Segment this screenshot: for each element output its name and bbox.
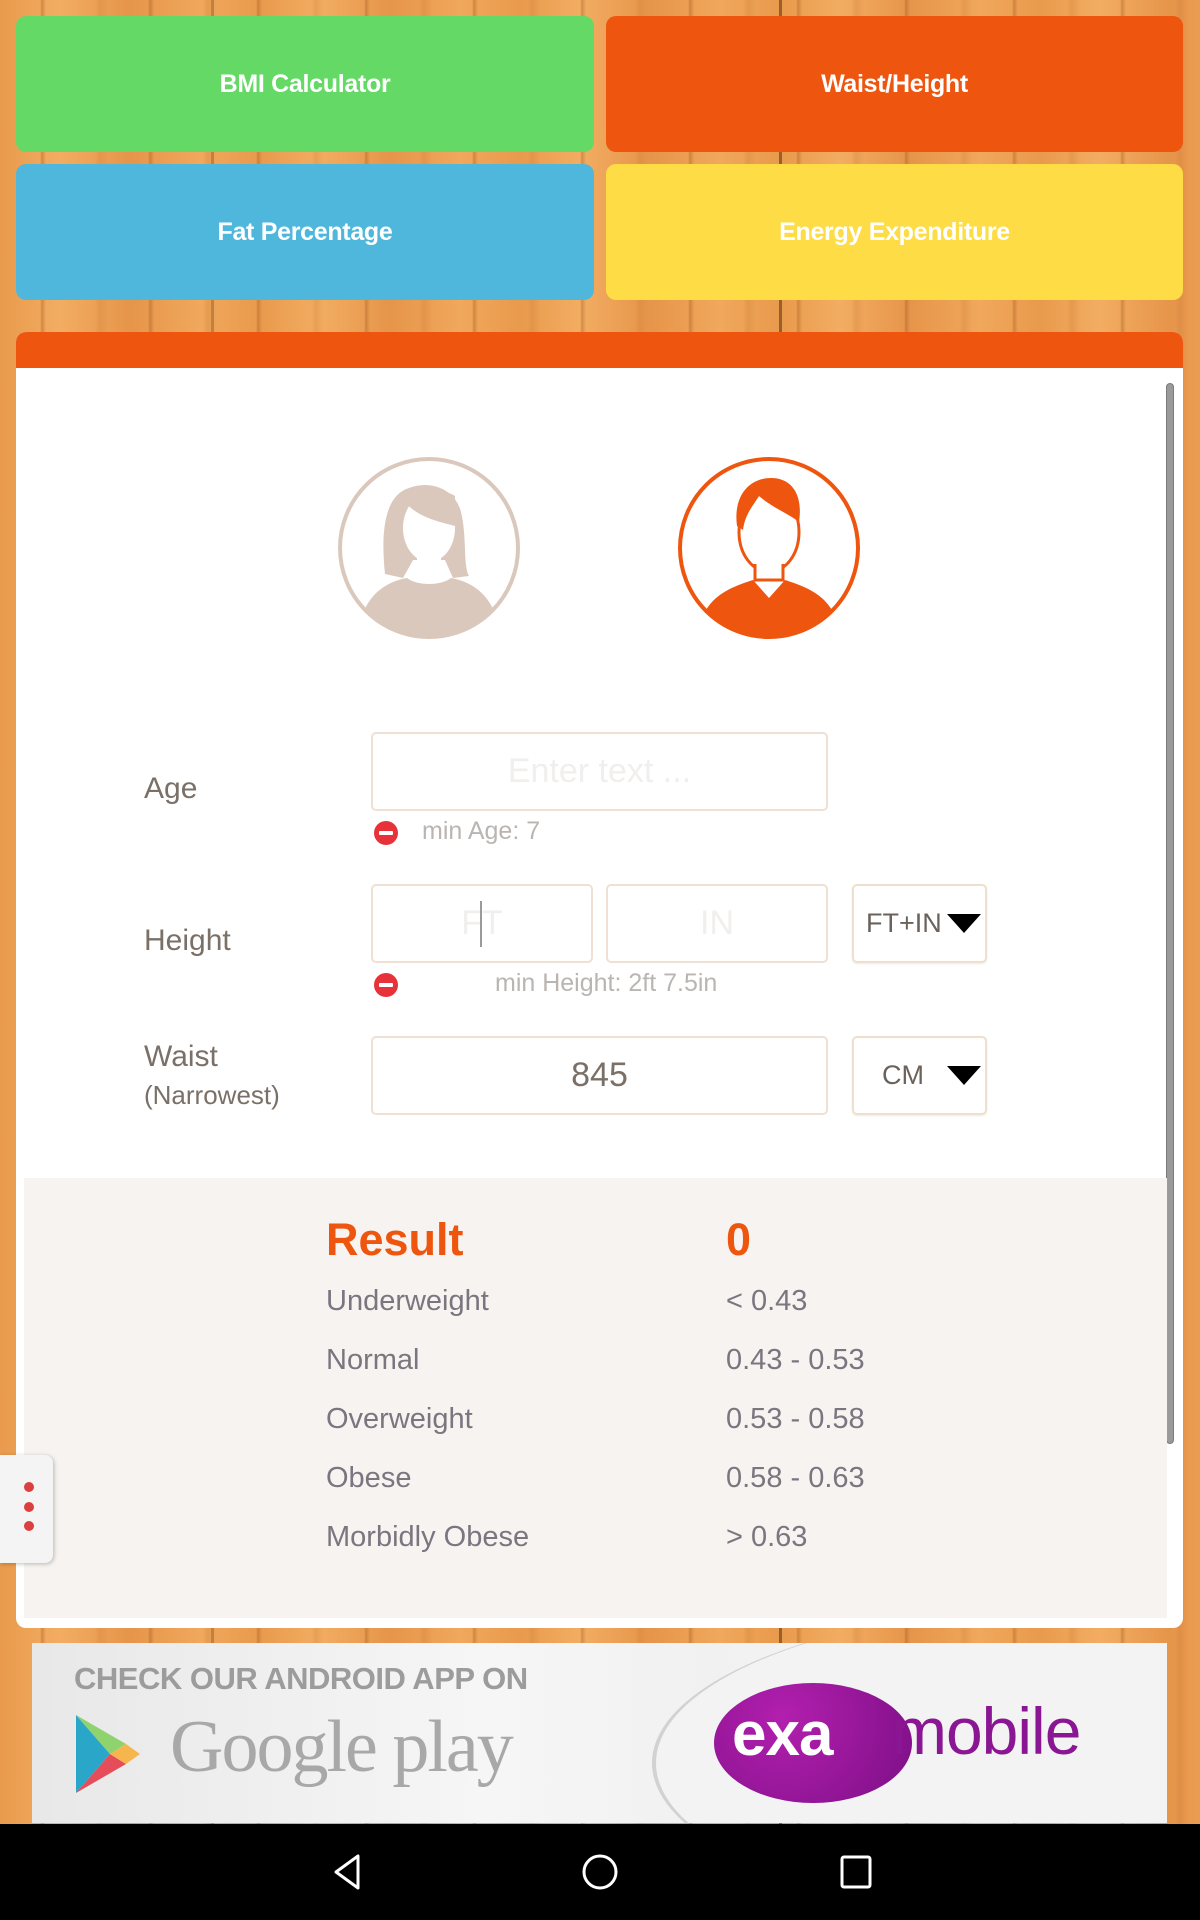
category-range: > 0.63 — [726, 1521, 808, 1553]
google-play-icon — [76, 1715, 140, 1793]
waist-unit-value: CM — [882, 1060, 924, 1090]
height-unit-value: FT+IN — [866, 908, 942, 938]
tab-label: BMI Calculator — [219, 69, 391, 98]
female-avatar-icon — [338, 457, 520, 639]
waist-height-tab[interactable]: Waist/Height — [606, 16, 1183, 152]
height-ft-input[interactable] — [371, 884, 593, 963]
result-value: 0 — [726, 1214, 752, 1265]
energy-expenditure-tab[interactable]: Energy Expenditure — [606, 164, 1183, 300]
category-label: Underweight — [326, 1285, 489, 1317]
height-in-field[interactable] — [608, 886, 826, 961]
error-icon — [374, 973, 398, 997]
more-dots-icon — [24, 1482, 34, 1492]
height-ft-field[interactable] — [373, 886, 591, 961]
side-menu-handle[interactable] — [0, 1455, 53, 1563]
category-range: 0.58 - 0.63 — [726, 1462, 865, 1494]
tab-label: Energy Expenditure — [779, 217, 1010, 246]
ad-brand-mobile: mobile — [892, 1694, 1081, 1768]
home-icon[interactable] — [580, 1852, 620, 1892]
card-header-bar — [16, 332, 1183, 368]
height-in-input[interactable] — [606, 884, 828, 963]
category-range: 0.43 - 0.53 — [726, 1344, 865, 1376]
scrollbar[interactable] — [1166, 383, 1174, 1444]
category-range: < 0.43 — [726, 1285, 808, 1317]
system-nav-bar — [0, 1824, 1200, 1920]
height-hint: min Height: 2ft 7.5in — [495, 969, 718, 997]
recents-icon[interactable] — [836, 1852, 876, 1892]
category-label: Normal — [326, 1344, 420, 1376]
more-dots-icon — [24, 1502, 34, 1512]
age-input[interactable] — [371, 732, 828, 811]
category-label: Morbidly Obese — [326, 1521, 530, 1553]
more-dots-icon — [24, 1521, 34, 1531]
gender-male-button[interactable] — [677, 456, 861, 640]
fat-percentage-tab[interactable]: Fat Percentage — [16, 164, 594, 300]
tab-label: Waist/Height — [821, 69, 968, 98]
age-field[interactable] — [373, 734, 826, 809]
waist-field[interactable] — [373, 1038, 826, 1113]
waist-label: Waist — [144, 1040, 218, 1073]
male-avatar-icon — [678, 457, 860, 639]
waist-unit-select[interactable]: CM — [852, 1036, 987, 1115]
category-label: Obese — [326, 1462, 412, 1494]
gender-female-button[interactable] — [337, 456, 521, 640]
ad-headline: CHECK OUR ANDROID APP ON — [74, 1661, 528, 1696]
category-label: Overweight — [326, 1403, 473, 1435]
waist-input[interactable] — [371, 1036, 828, 1115]
tab-label: Fat Percentage — [217, 217, 393, 246]
bmi-calculator-tab[interactable]: BMI Calculator — [16, 16, 594, 152]
back-icon[interactable] — [328, 1852, 368, 1892]
error-icon — [374, 821, 398, 845]
result-panel: Result 0 Underweight < 0.43 Normal 0.43 … — [24, 1178, 1167, 1618]
age-label: Age — [144, 772, 198, 805]
dropdown-arrow-icon — [947, 1066, 981, 1085]
height-label: Height — [144, 924, 231, 957]
height-unit-select[interactable]: FT+IN — [852, 884, 987, 963]
ad-store-name: Google play — [170, 1706, 514, 1788]
dropdown-arrow-icon — [947, 914, 981, 933]
waist-sublabel: (Narrowest) — [144, 1080, 280, 1110]
text-cursor — [480, 901, 482, 947]
ad-banner[interactable]: CHECK OUR ANDROID APP ON Google play exa… — [32, 1643, 1167, 1823]
calculator-card: Age min Age: 7 Height FT+IN min Height: … — [16, 332, 1183, 1628]
category-range: 0.53 - 0.58 — [726, 1403, 865, 1435]
age-hint: min Age: 7 — [422, 817, 541, 845]
ad-brand-exa: exa — [732, 1700, 833, 1769]
result-title: Result — [326, 1214, 464, 1265]
